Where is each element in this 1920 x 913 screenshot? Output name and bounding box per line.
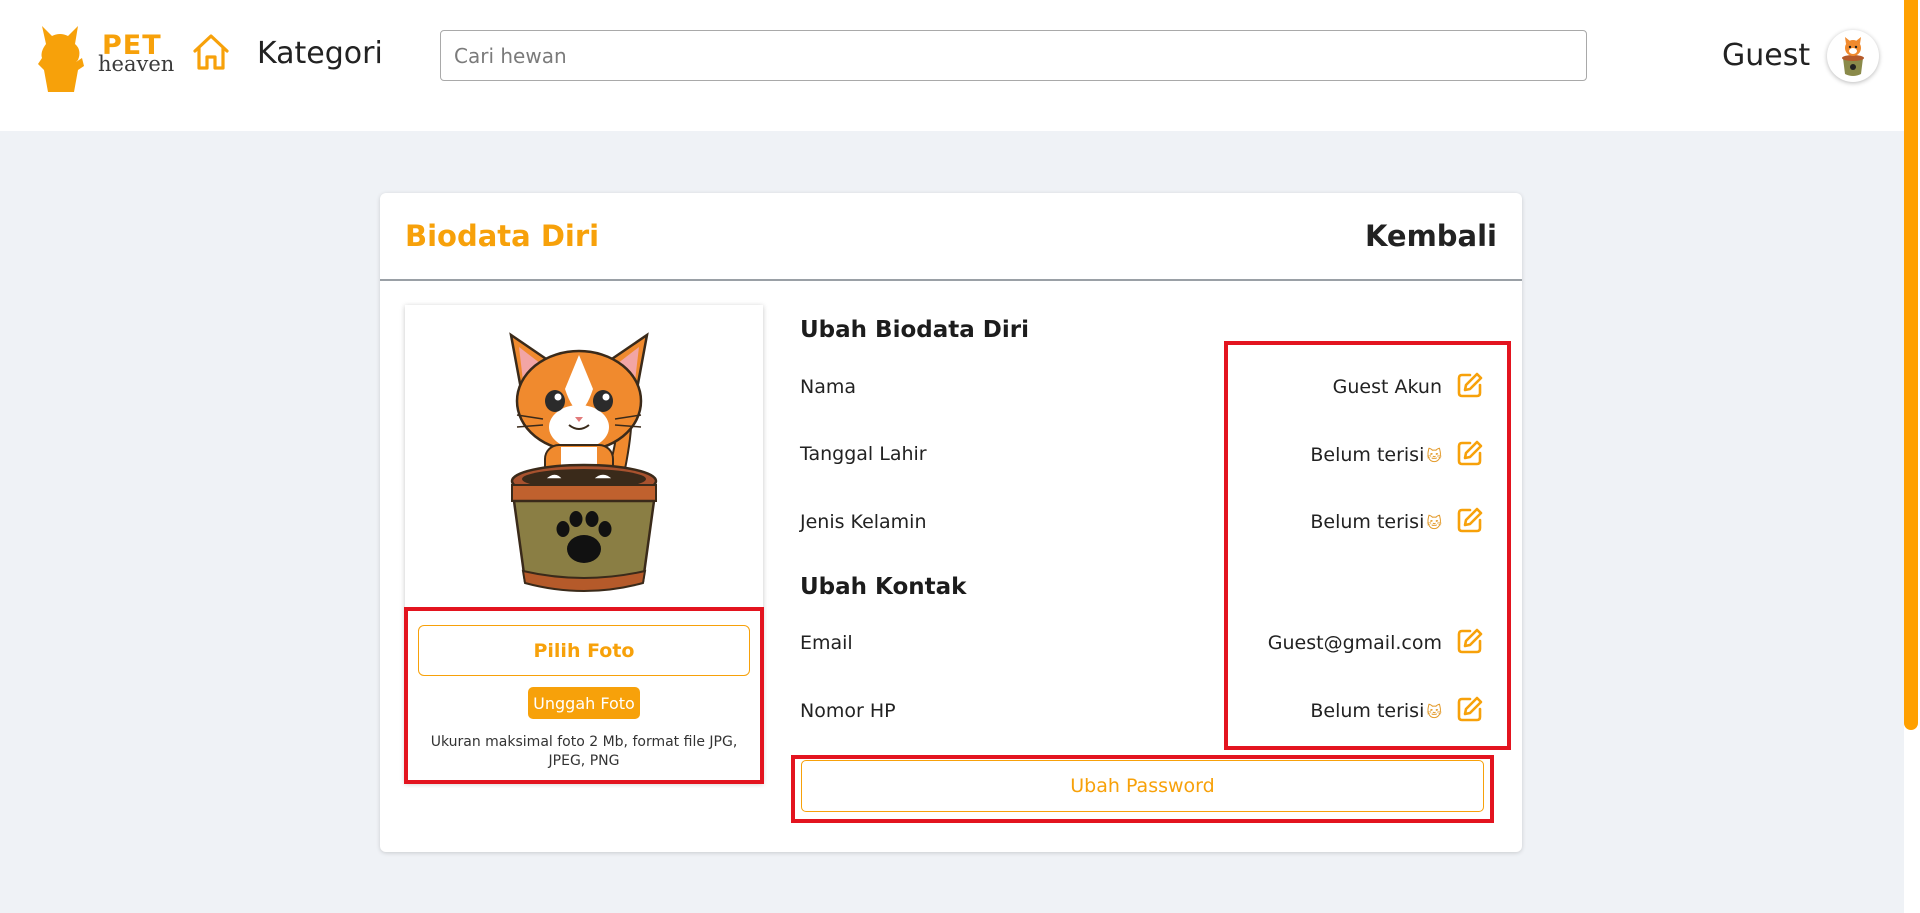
search-input[interactable] — [440, 30, 1587, 81]
label-email: Email — [800, 632, 853, 654]
card-title: Biodata Diri — [405, 219, 600, 253]
value-tanggal-lahir-text: Belum terisi — [1310, 444, 1425, 466]
nav-kategori[interactable]: Kategori — [257, 36, 383, 71]
value-jenis-kelamin: Belum terisi 🐱 — [1310, 511, 1442, 533]
value-email-text: Guest@gmail.com — [1267, 632, 1442, 654]
edit-nomor-hp-icon[interactable] — [1456, 695, 1484, 723]
biodata-card: Biodata Diri Kembali Pilih Foto Unggah F… — [380, 193, 1522, 852]
cat-in-bucket-illustration — [509, 332, 658, 592]
value-email: Guest@gmail.com — [1268, 632, 1442, 654]
home-icon[interactable] — [190, 31, 232, 73]
value-tanggal-lahir: Belum terisi 🐱 — [1310, 444, 1442, 466]
divider — [380, 279, 1522, 281]
label-nomor-hp: Nomor HP — [800, 700, 896, 722]
label-jenis-kelamin: Jenis Kelamin — [800, 511, 927, 533]
cat-emoji-icon: 🐱 — [1426, 447, 1442, 465]
value-nama-text: Guest Akun — [1332, 376, 1442, 398]
cat-emoji-icon: 🐱 — [1426, 514, 1442, 532]
cat-emoji-icon: 🐱 — [1426, 703, 1442, 721]
photo-size-note: Ukuran maksimal foto 2 Mb, format file J… — [430, 734, 738, 769]
edit-nama-icon[interactable] — [1456, 371, 1484, 399]
avatar[interactable] — [1827, 30, 1879, 82]
photo-panel: Pilih Foto Unggah Foto Ukuran maksimal f… — [405, 305, 763, 783]
upload-photo-button[interactable]: Unggah Foto — [528, 687, 640, 719]
value-jenis-kelamin-text: Belum terisi — [1310, 511, 1425, 533]
choose-photo-button[interactable]: Pilih Foto — [418, 625, 750, 676]
label-nama: Nama — [800, 376, 857, 398]
edit-tanggal-lahir-icon[interactable] — [1456, 439, 1484, 467]
logo-text-heaven: heaven — [98, 52, 175, 76]
label-tanggal-lahir: Tanggal Lahir — [800, 443, 927, 465]
change-password-button[interactable]: Ubah Password — [801, 760, 1484, 812]
edit-email-icon[interactable] — [1456, 627, 1484, 655]
scrollbar-thumb[interactable] — [1904, 0, 1918, 730]
contact-heading: Ubah Kontak — [800, 574, 967, 600]
avatar-cat-icon — [1842, 37, 1864, 76]
user-name: Guest — [1722, 38, 1811, 73]
edit-jenis-kelamin-icon[interactable] — [1456, 506, 1484, 534]
value-nama: Guest Akun — [1333, 376, 1442, 398]
top-header: PET heaven Kategori Guest — [0, 0, 1920, 131]
value-nomor-hp-text: Belum terisi — [1310, 700, 1425, 722]
value-nomor-hp: Belum terisi 🐱 — [1310, 700, 1442, 722]
biodata-heading: Ubah Biodata Diri — [800, 317, 1029, 343]
back-link[interactable]: Kembali — [1365, 219, 1497, 253]
